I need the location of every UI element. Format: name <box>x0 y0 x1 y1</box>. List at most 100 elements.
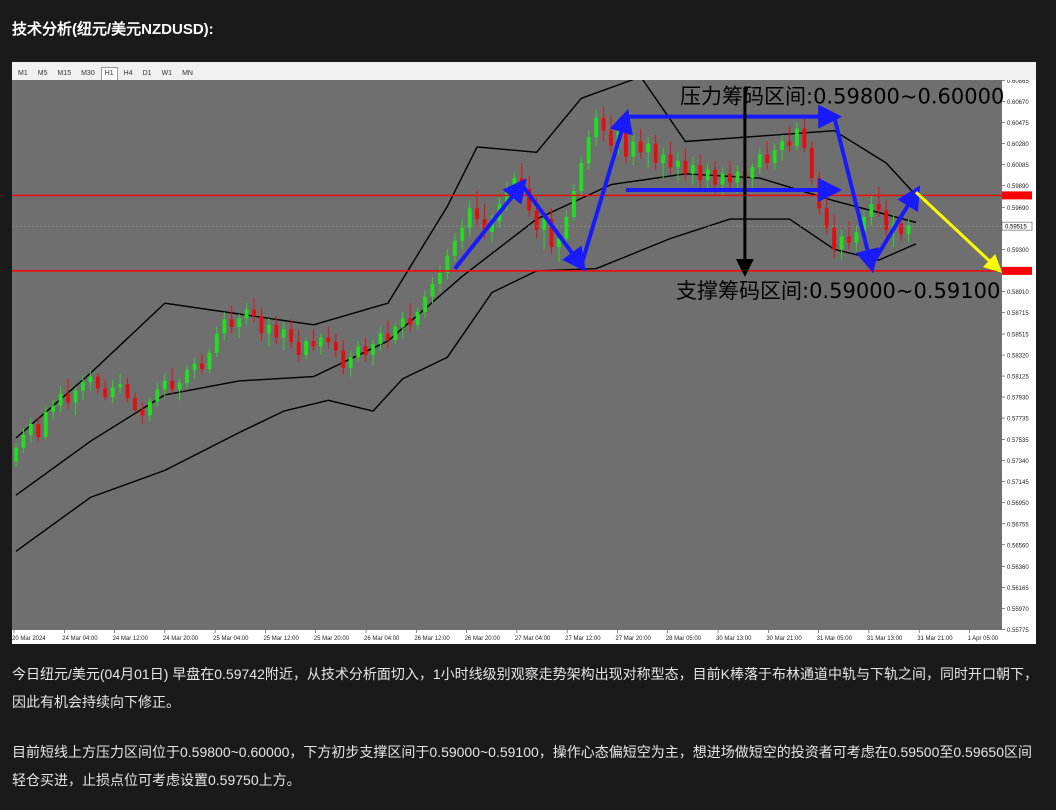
x-tick-label: 26 Mar 20:00 <box>465 636 501 642</box>
y-tick-label: 0.59890 <box>1007 184 1029 190</box>
time-axis <box>12 630 1002 644</box>
candle-body <box>728 173 732 183</box>
candle-body <box>638 141 643 153</box>
candle-body <box>58 393 63 406</box>
candle-body <box>140 410 145 416</box>
y-tick-label: 0.59300 <box>1007 248 1029 254</box>
chart-panel: M1 M5 M15 M30 H1 H4 D1 W1 MN 0.60865 0.60670 0.604… <box>12 62 1036 644</box>
timeframe-button-m30[interactable]: M30 <box>77 67 99 81</box>
timeframe-button-m1[interactable]: M1 <box>14 67 32 81</box>
candle-body <box>110 387 115 398</box>
candle-body <box>237 318 242 327</box>
candle-body <box>192 363 197 371</box>
analysis-paragraph-2: 目前短线上方压力区间位于0.59800~0.60000，下方初步支撑区间于0.5… <box>12 744 1032 788</box>
y-tick-label: 0.57535 <box>1007 438 1029 444</box>
x-tick-label: 30 Mar 21:00 <box>766 636 802 642</box>
timeframe-button-h1[interactable]: H1 <box>100 67 118 81</box>
x-tick-label: 25 Mar 12:00 <box>263 636 299 642</box>
candle-body <box>683 160 688 174</box>
x-tick-label: 26 Mar 04:00 <box>364 636 400 642</box>
timeframe-button-mn[interactable]: MN <box>178 67 197 81</box>
candle-body <box>162 380 167 390</box>
candle-body <box>698 165 703 181</box>
candle-body <box>594 117 599 138</box>
y-tick-label: 0.60280 <box>1007 142 1029 148</box>
candle-body <box>438 273 442 284</box>
y-tick-label: 0.59690 <box>1007 206 1029 212</box>
candle-body <box>512 178 517 189</box>
candle-body <box>333 342 338 351</box>
candle-body <box>229 319 234 327</box>
candle-body <box>281 329 286 338</box>
candle-body <box>646 143 651 153</box>
x-tick-label: 20 Mar 2024 <box>12 636 46 642</box>
candle-body <box>81 381 85 391</box>
candle-body <box>385 333 390 340</box>
candle-body <box>534 210 539 230</box>
candle-body <box>214 333 219 353</box>
y-tick-label: 0.56950 <box>1007 501 1029 507</box>
candle-body <box>832 227 837 250</box>
candle-body <box>676 160 680 168</box>
timeframe-button-m15[interactable]: M15 <box>53 67 75 81</box>
candle-body <box>185 370 190 384</box>
candle-body <box>73 390 78 403</box>
timeframe-button-h4[interactable]: H4 <box>120 67 137 81</box>
y-tick-label: 0.57735 <box>1007 417 1029 423</box>
candle-body <box>28 424 33 435</box>
candle-body <box>66 393 71 403</box>
candle-body <box>393 326 398 340</box>
candle-body <box>735 171 740 183</box>
plot-area <box>12 80 1002 630</box>
candle-body <box>586 137 591 164</box>
candle-body <box>780 141 785 151</box>
candle-body <box>296 342 301 355</box>
candle-body <box>564 216 569 239</box>
timeframe-button-w1[interactable]: W1 <box>158 67 177 81</box>
x-tick-label: 28 Mar 05:00 <box>666 636 702 642</box>
article-title: 技术分析(纽元/美元NZDUSD): <box>12 21 214 38</box>
x-tick-label: 24 Mar 04:00 <box>62 636 98 642</box>
candle-body <box>720 173 725 185</box>
candle-body <box>623 130 628 157</box>
candle-body <box>21 434 26 448</box>
candle-body <box>601 117 606 131</box>
y-tick-label: 0.58320 <box>1007 354 1029 360</box>
y-tick-label: 0.58125 <box>1007 375 1029 381</box>
candle-body <box>88 376 93 382</box>
candle-body <box>899 223 904 235</box>
candle-body <box>170 380 175 390</box>
candle-body <box>274 324 279 338</box>
candle-body <box>341 350 346 368</box>
candle-body <box>363 346 368 355</box>
current-price-tag: 0.59515 <box>1005 225 1027 231</box>
y-tick-label: 0.57930 <box>1007 396 1029 402</box>
x-tick-label: 27 Mar 12:00 <box>565 636 601 642</box>
candle-body <box>304 340 309 355</box>
x-tick-label: 26 Mar 12:00 <box>414 636 450 642</box>
candle-body <box>690 165 695 174</box>
candle-body <box>43 412 48 437</box>
candle-body <box>36 424 41 437</box>
candle-body <box>356 346 361 358</box>
candle-body <box>118 384 123 388</box>
y-tick-label: 0.56560 <box>1007 543 1029 549</box>
x-tick-label: 1 Apr 05:00 <box>968 636 999 642</box>
candle-body <box>14 447 18 462</box>
y-tick-label: 0.58715 <box>1007 311 1029 317</box>
timeframe-button-d1[interactable]: D1 <box>139 67 156 81</box>
y-tick-label: 0.55775 <box>1007 628 1029 634</box>
y-tick-label: 0.55970 <box>1007 607 1029 613</box>
candle-body <box>787 141 792 146</box>
candle-body <box>125 384 130 399</box>
candle-body <box>884 210 889 230</box>
candle-body <box>147 401 152 416</box>
support-zone-label: 支撑筹码区间:0.59000~0.59100 <box>676 279 1000 303</box>
candle-body <box>809 147 814 179</box>
candle-body <box>847 236 851 243</box>
timeframe-button-m5[interactable]: M5 <box>34 67 52 81</box>
candle-body <box>824 208 829 228</box>
y-tick-label: 0.56755 <box>1007 522 1029 528</box>
candle-body <box>579 163 584 192</box>
price-chart: 0.60865 0.60670 0.60475 0.60280 0.60085 0.598… <box>12 80 1036 644</box>
